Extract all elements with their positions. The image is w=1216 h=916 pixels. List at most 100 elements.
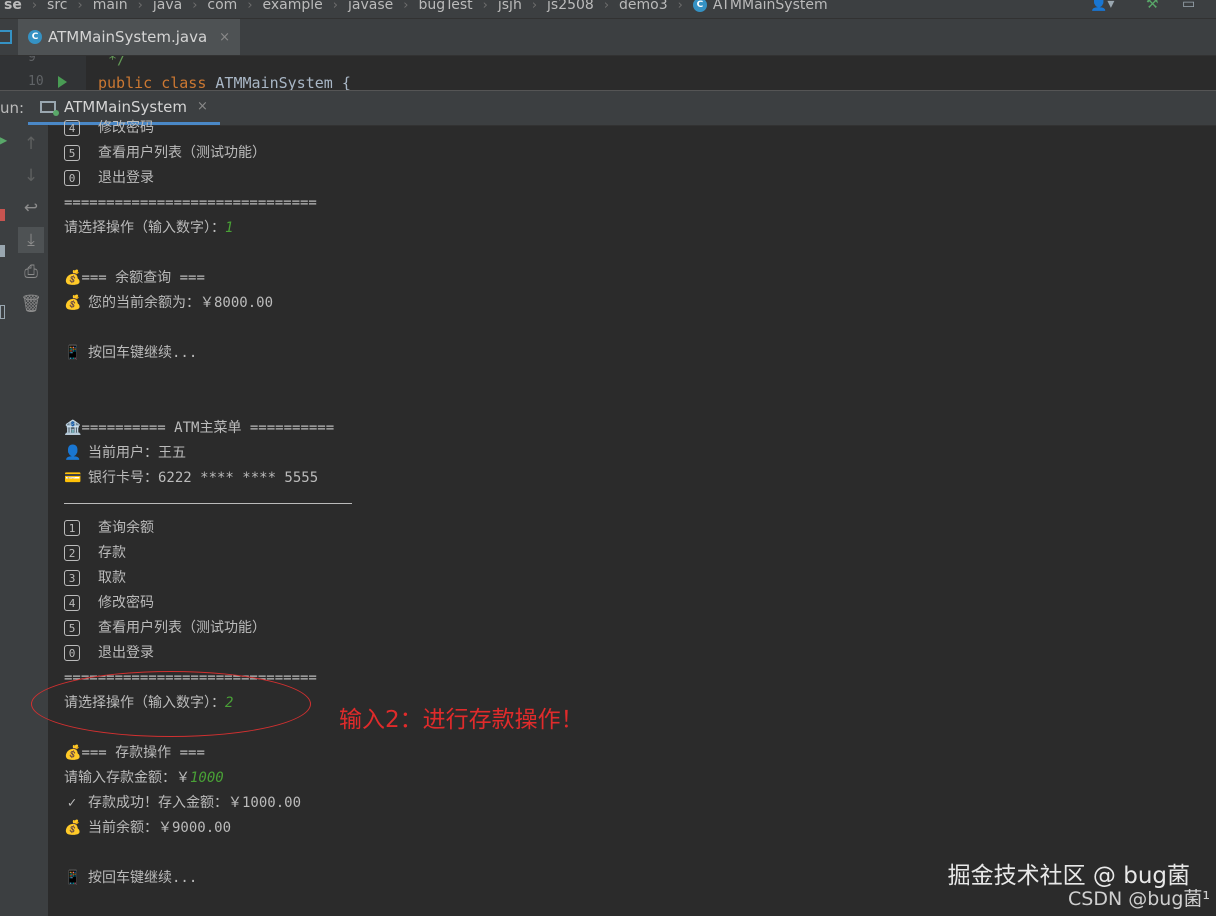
run-config-icon[interactable]: ▭ (1182, 0, 1195, 12)
console-line: 2 存款 (64, 542, 126, 564)
rerun-icon[interactable]: ▶ (0, 133, 7, 147)
chevron-right-icon: › (677, 0, 683, 13)
breadcrumb-item[interactable]: se (0, 0, 26, 13)
line-gutter: 9 10 (0, 56, 86, 90)
number-0-icon: 0 (64, 645, 80, 661)
money-bag-icon: 💰 (64, 820, 82, 836)
separator-line: ============================== (64, 195, 317, 211)
prompt-text: 请输入存款金额：￥ (64, 770, 190, 786)
run-panel-label: un: (0, 99, 25, 117)
breadcrumb: se › src › main › java › com › example › javas… (0, 0, 1216, 19)
breadcrumb-item[interactable]: javase (344, 0, 397, 13)
breadcrumb-item[interactable]: bugTest (414, 0, 476, 13)
number-2-icon: 2 (64, 545, 80, 561)
console-line: 👤 当前用户：王五 (64, 442, 186, 464)
breadcrumb-item[interactable]: js2508 (543, 0, 598, 13)
line-number: 10 (28, 74, 44, 89)
print-icon[interactable]: ⎙ (18, 259, 44, 285)
breadcrumb-item[interactable]: java (149, 0, 186, 13)
line-number: 9 (28, 56, 36, 65)
breadcrumb-item-class[interactable]: C ATMMainSystem (689, 0, 832, 13)
chevron-right-icon: › (77, 0, 83, 13)
run-toolbar: ↑ ↓ ↩ ⤓ ⎙ 🗑 (12, 125, 49, 916)
stop-icon[interactable] (0, 209, 5, 221)
scroll-to-end-icon[interactable]: ⤓ (18, 227, 44, 253)
menu-item-label: 取款 (98, 570, 126, 586)
java-class-icon: C (692, 0, 707, 12)
close-icon[interactable]: × (197, 99, 208, 114)
user-input: 1000 (190, 770, 224, 786)
breadcrumb-item[interactable]: main (89, 0, 132, 13)
layout-icon[interactable] (0, 305, 5, 319)
soft-wrap-icon[interactable]: ↩ (18, 195, 44, 221)
number-5-icon: 5 (64, 145, 80, 161)
arrow-down-icon[interactable]: ↓ (18, 163, 44, 189)
number-5-icon: 5 (64, 620, 80, 636)
number-1-icon: 1 (64, 520, 80, 536)
console-line: 💰=== 存款操作 === (64, 742, 205, 764)
pause-icon[interactable] (0, 245, 5, 257)
menu-item-label: 退出登录 (98, 645, 154, 661)
menu-item-label: 查看用户列表（测试功能） (98, 620, 266, 636)
console-line: 💰 您的当前余额为：￥8000.00 (64, 292, 273, 314)
console-line: 📱 按回车键继续... (64, 867, 197, 889)
console-line: 4 修改密码 (64, 117, 154, 139)
chevron-right-icon: › (247, 0, 253, 13)
code-keyword: class (161, 74, 207, 90)
build-hammer-icon[interactable]: ⚒ (1146, 0, 1159, 12)
code-brace: { (341, 74, 351, 90)
annotation-text: 输入2：进行存款操作！ (339, 707, 584, 733)
phone-icon: 📱 (64, 345, 82, 361)
console-line: 3 取款 (64, 567, 126, 589)
code-line: public class ATMMainSystem { (98, 74, 351, 90)
arrow-up-icon[interactable]: ↑ (18, 131, 44, 157)
console-line: 📱 按回车键继续... (64, 342, 197, 364)
menu-item-label: 修改密码 (98, 595, 154, 611)
balance-text: 当前余额：￥9000.00 (88, 820, 232, 836)
console-line: 5 查看用户列表（测试功能） (64, 617, 266, 639)
code-keyword: public (98, 74, 153, 90)
user-icon[interactable]: 👤▾ (1090, 0, 1114, 12)
credit-card-icon: 💳 (64, 470, 82, 486)
console-running-icon (40, 100, 59, 116)
console-line: 5 查看用户列表（测试功能） (64, 142, 266, 164)
chevron-right-icon: › (137, 0, 143, 13)
code-comment: */ (108, 56, 127, 68)
bank-icon: 🏦 (64, 420, 82, 436)
console-line: 💰=== 余额查询 === (64, 267, 205, 289)
code-class-name: ATMMainSystem (215, 74, 333, 90)
chevron-right-icon: › (531, 0, 538, 13)
card-number-text: 银行卡号：6222 **** **** 5555 (88, 470, 319, 486)
console-line: 4 修改密码 (64, 592, 154, 614)
chevron-right-icon: › (332, 0, 338, 13)
close-icon[interactable]: × (219, 30, 230, 45)
chevron-right-icon: › (192, 0, 198, 13)
editor-tab[interactable]: C ATMMainSystem.java × (18, 19, 241, 55)
user-input: 1 (225, 220, 234, 236)
breadcrumb-item[interactable]: example (259, 0, 327, 13)
java-class-icon: C (28, 30, 42, 44)
chevron-right-icon: › (603, 0, 610, 13)
console-line: ✓ 存款成功！存入金额：￥1000.00 (64, 792, 301, 814)
breadcrumb-item[interactable]: src (43, 0, 71, 13)
highlight-ellipse (31, 671, 311, 737)
console-line: 💳 银行卡号：6222 **** **** 5555 (64, 467, 318, 489)
breadcrumb-item-label: ATMMainSystem (712, 0, 828, 13)
breadcrumb-item[interactable]: jsjh (494, 0, 526, 13)
console-output[interactable]: 4 修改密码 5 查看用户列表（测试功能） 0 退出登录 ==============… (64, 113, 1204, 916)
project-panel-icon[interactable] (0, 30, 12, 44)
menu-item-label: 查看用户列表（测试功能） (98, 145, 266, 161)
continue-text: 按回车键继续... (88, 345, 198, 361)
console-line: 🏦========== ATM主菜单 ========== (64, 417, 334, 439)
menu-item-label: 查询余额 (98, 520, 154, 536)
breadcrumb-item[interactable]: demo3 (615, 0, 672, 13)
code-editor[interactable]: 9 10 */ public class ATMMainSystem { (0, 56, 1216, 90)
phone-icon: 📱 (64, 870, 82, 886)
check-mark-icon: ✓ (67, 795, 77, 811)
trash-icon[interactable]: 🗑 (18, 291, 44, 317)
balance-text: 您的当前余额为：￥8000.00 (88, 295, 274, 311)
run-gutter-icon[interactable] (58, 76, 67, 88)
section-header: === 余额查询 === (81, 270, 205, 286)
breadcrumb-item[interactable]: com (203, 0, 241, 13)
money-bag-icon: 💰 (64, 295, 82, 311)
